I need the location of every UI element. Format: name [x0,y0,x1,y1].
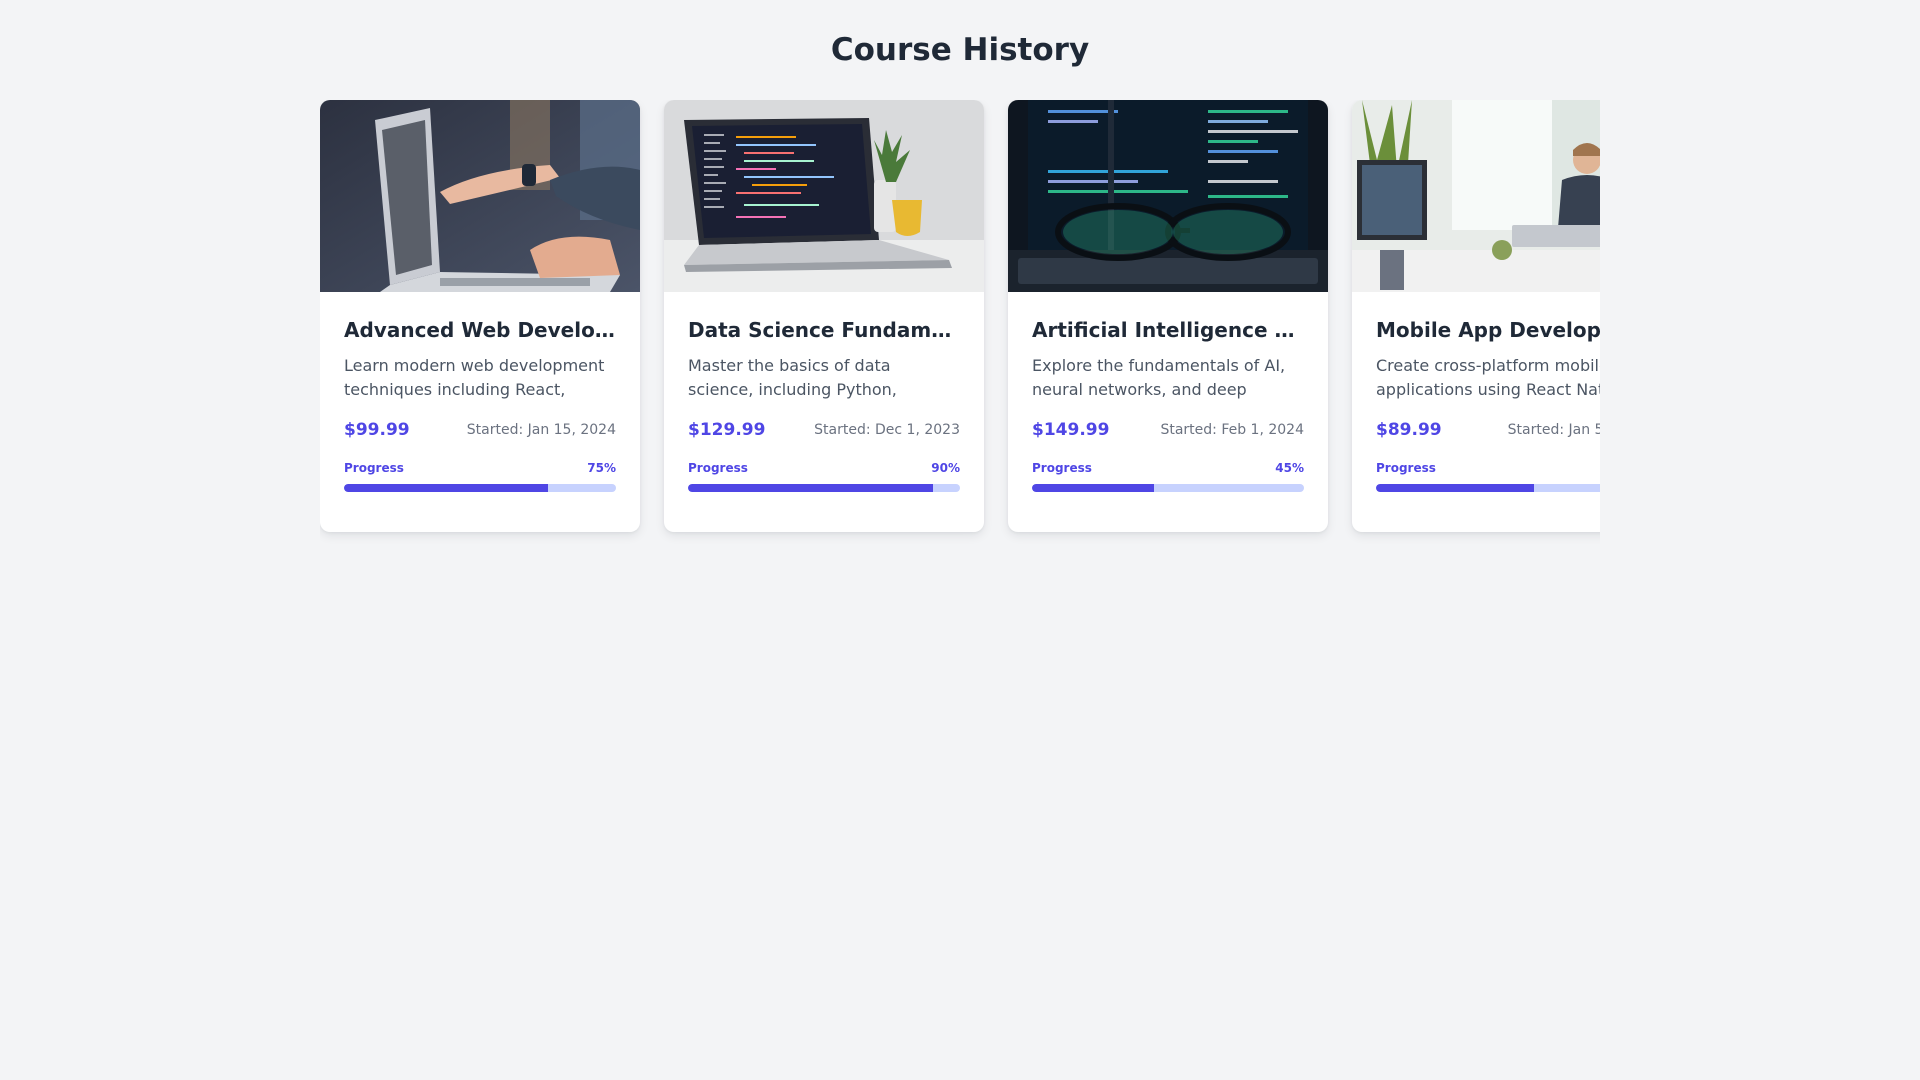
course-card[interactable]: Data Science Fundamentals Master the bas… [664,100,984,532]
course-start-date: Started: Jan 5, 2024 [1507,422,1600,438]
laptop-pointing-photo-icon [320,100,640,292]
course-track: Advanced Web Development Learn modern we… [320,100,1600,532]
course-title[interactable]: Artificial Intelligence Essentials [1032,316,1304,344]
laptop-code-plant-photo-icon [664,100,984,292]
progress-header: Progress 45% [1032,460,1304,476]
course-description: Create cross-platform mobile application… [1376,356,1600,399]
course-meta: $89.99 Started: Jan 5, 2024 [1376,418,1600,442]
progress-label: Progress [688,461,748,475]
course-meta: $99.99 Started: Jan 15, 2024 [344,418,616,442]
progress-bar [1376,484,1600,492]
progress-bar-fill [1032,484,1155,492]
progress-header: Progress [1376,460,1600,476]
progress-bar [688,484,960,492]
progress-label: Progress [344,461,404,475]
course-start-date: Started: Feb 1, 2024 [1160,422,1304,438]
course-price: $99.99 [344,420,410,440]
course-meta: $129.99 Started: Dec 1, 2023 [688,418,960,442]
course-price: $149.99 [1032,420,1110,440]
course-card[interactable]: Mobile App Development Create cross-plat… [1352,100,1600,532]
course-start-date: Started: Jan 15, 2024 [466,422,616,438]
progress-bar-fill [688,484,933,492]
progress-label: Progress [1376,461,1436,475]
course-price: $89.99 [1376,420,1442,440]
course-history-page: Course History Advanced Web Develop Lear… [0,0,1920,1080]
course-title[interactable]: Data Science Fundamentals [688,316,960,344]
progress-bar [344,484,616,492]
progress-bar-fill [344,484,548,492]
course-meta: $149.99 Started: Feb 1, 2024 [1032,418,1304,442]
developers-office-photo-icon [1352,100,1600,292]
course-title[interactable]: Advanced Web Development [344,316,616,344]
progress-percent: 75% [587,461,616,475]
course-carousel[interactable]: Advanced Web Development Learn modern we… [320,100,1600,560]
progress-header: Progress 90% [688,460,960,476]
page-title: Course History [830,32,1090,68]
course-description: Master the basics of data science, inclu… [688,356,897,399]
progress-bar-fill [1376,484,1534,492]
progress-header: Progress 75% [344,460,616,476]
progress-percent: 45% [1275,461,1304,475]
course-card[interactable]: Artificial Intelligence Essentials Explo… [1008,100,1328,532]
progress-percent: 90% [931,461,960,475]
course-price: $129.99 [688,420,766,440]
course-title[interactable]: Mobile App Development [1376,316,1600,344]
course-start-date: Started: Dec 1, 2023 [814,422,960,438]
monitor-code-glasses-photo-icon [1008,100,1328,292]
course-description: Explore the fundamentals of AI, neural n… [1032,356,1286,399]
progress-bar [1032,484,1304,492]
progress-label: Progress [1032,461,1092,475]
course-card[interactable]: Advanced Web Development Learn modern we… [320,100,640,532]
course-description: Learn modern web development techniques … [344,356,605,399]
